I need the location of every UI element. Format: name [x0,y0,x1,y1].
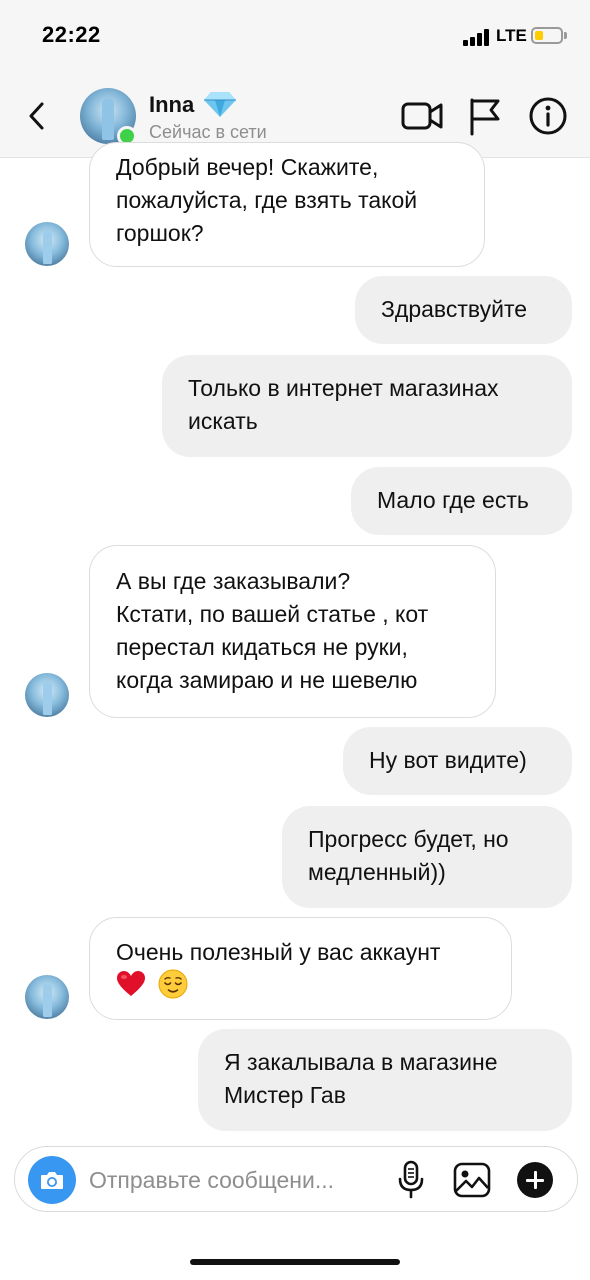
contact-name[interactable]: Inna [149,92,194,118]
message-outgoing[interactable]: Ну вот видите) [343,727,572,795]
signal-icon [463,28,491,46]
message-line: Я закалывала в магазине [224,1049,498,1075]
message-line: Здравствуйте [381,296,528,322]
sender-avatar[interactable] [25,222,69,266]
status-time: 22:22 [42,22,101,47]
message-line: А вы где заказывали? [116,568,351,594]
message-outgoing[interactable]: Мало где есть [351,467,572,535]
message-line: искать [188,408,258,434]
message-outgoing[interactable]: Я закалывала в магазине Мистер Гав [198,1029,572,1131]
info-icon[interactable] [528,96,568,136]
message-line: Мистер Гав [224,1082,346,1108]
home-indicator[interactable] [190,1259,400,1265]
message-input[interactable] [89,1165,374,1195]
diamond-icon [204,92,236,117]
message-line: перестал кидаться не руки, [116,634,408,660]
camera-button[interactable] [28,1156,76,1204]
message-line: Очень полезный у вас аккаунт [116,939,441,965]
message-emoji-line [116,969,485,1003]
message-line: медленный)) [308,859,446,885]
flag-icon[interactable] [468,96,502,136]
back-icon[interactable] [22,96,54,136]
message-line: Ну вот видите) [369,747,527,773]
message-line: горшок? [116,220,204,246]
sender-avatar[interactable] [25,673,69,717]
plus-icon[interactable] [517,1162,553,1198]
message-line: Мало где есть [377,487,529,513]
message-outgoing[interactable]: Только в интернет магазинах искать [162,355,572,457]
message-composer [14,1146,578,1212]
message-outgoing[interactable]: Здравствуйте [355,276,572,344]
message-line: Добрый вечер! Скажите, [116,154,379,180]
message-line: когда замираю и не шевелю [116,667,418,693]
video-call-icon[interactable] [401,98,443,134]
gallery-icon[interactable] [452,1161,492,1199]
battery-icon [531,27,563,44]
message-incoming[interactable]: Добрый вечер! Скажите, пожалуйста, где в… [89,142,485,267]
camera-icon [41,1172,63,1189]
microphone-icon[interactable] [396,1160,426,1200]
status-bar: 22:22 LTE [0,0,590,78]
message-line: пожалуйста, где взять такой [116,187,418,213]
message-line: Кстати, по вашей статье , кот [116,601,429,627]
message-outgoing[interactable]: Прогресс будет, но медленный)) [282,806,572,908]
message-line: Только в интернет магазинах [188,375,499,401]
relieved-face-emoji [158,969,188,999]
message-incoming[interactable]: Очень полезный у вас аккаунт [89,917,512,1020]
network-type: LTE [496,26,527,45]
red-heart-emoji [117,971,145,996]
message-line: Прогресс будет, но [308,826,509,852]
sender-avatar[interactable] [25,975,69,1019]
message-incoming[interactable]: А вы где заказывали? Кстати, по вашей ст… [89,545,496,718]
contact-status: Сейчас в сети [149,122,267,142]
